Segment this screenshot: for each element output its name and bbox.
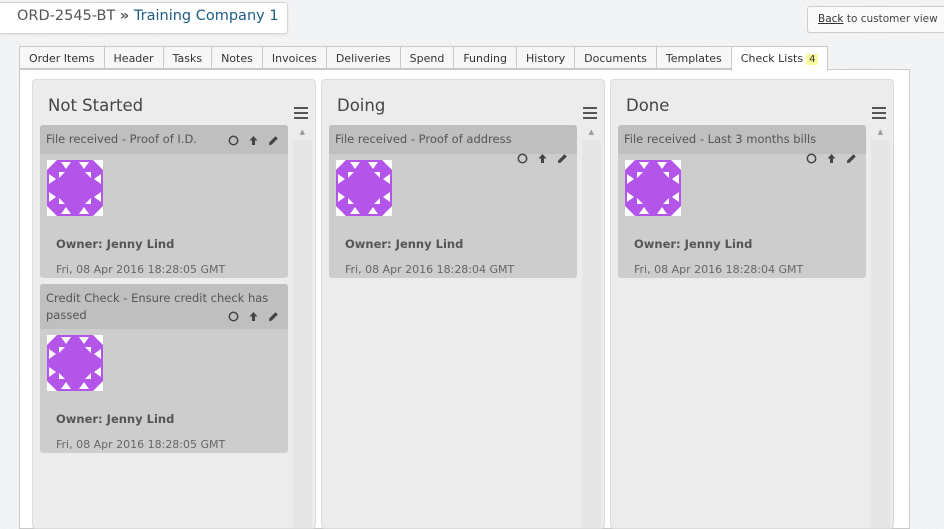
circle-icon[interactable] xyxy=(516,152,528,164)
order-tabs: Order Items Header Tasks Notes Invoices … xyxy=(19,46,829,71)
back-link-suffix: to customer view xyxy=(843,13,938,25)
tab-check-lists[interactable]: Check Lists 4 xyxy=(730,46,829,71)
column-title: Not Started xyxy=(48,96,144,115)
owner-avatar-icon xyxy=(47,160,103,216)
card-actions xyxy=(516,151,568,165)
checklist-card[interactable]: File received - Proof of address Owner: … xyxy=(329,125,577,278)
card-header: File received - Proof of I.D. xyxy=(40,125,288,154)
page-title: ORD-2545-BT » Training Company 1 xyxy=(0,2,288,34)
column-scrollbar[interactable] xyxy=(582,140,601,528)
card-owner: Owner: Jenny Lind xyxy=(345,237,464,251)
arrow-up-icon[interactable] xyxy=(536,152,548,164)
card-owner: Owner: Jenny Lind xyxy=(56,412,175,426)
card-date: Fri, 08 Apr 2016 18:28:05 GMT xyxy=(56,438,226,451)
tab-spend[interactable]: Spend xyxy=(399,46,454,69)
tab-order-items[interactable]: Order Items xyxy=(19,46,104,69)
circle-icon[interactable] xyxy=(805,152,817,164)
scroll-up-arrow-icon[interactable]: ▲ xyxy=(300,128,305,136)
tab-documents[interactable]: Documents xyxy=(574,46,656,69)
back-to-customer-box: Back to customer view xyxy=(807,6,944,33)
card-date: Fri, 08 Apr 2016 18:28:04 GMT xyxy=(345,263,515,276)
column-title: Doing xyxy=(337,96,386,115)
checklist-card[interactable]: Credit Check - Ensure credit check has p… xyxy=(40,284,288,453)
tab-label: Check Lists xyxy=(740,52,804,65)
scroll-up-arrow-icon[interactable]: ▲ xyxy=(878,128,883,136)
company-name[interactable]: Training Company 1 xyxy=(134,8,279,24)
tab-notes[interactable]: Notes xyxy=(211,46,262,69)
tab-label: Spend xyxy=(409,52,445,65)
column-not-started: Not Started ▲ File received - Proof of I… xyxy=(32,79,316,529)
check-lists-count-badge: 4 xyxy=(806,54,819,65)
tab-funding[interactable]: Funding xyxy=(453,46,516,69)
checklist-card[interactable]: File received - Last 3 months bills Owne… xyxy=(618,125,866,278)
column-menu-icon[interactable] xyxy=(294,107,308,119)
circle-icon[interactable] xyxy=(227,134,239,146)
tab-label: Header xyxy=(113,52,154,65)
column-scrollbar[interactable] xyxy=(871,140,890,528)
tab-label: Documents xyxy=(584,52,647,65)
tab-label: Deliveries xyxy=(335,52,391,65)
card-header: File received - Proof of address xyxy=(329,125,577,163)
owner-avatar-icon xyxy=(625,160,681,216)
owner-avatar-icon xyxy=(47,335,103,391)
column-scrollbar[interactable] xyxy=(293,140,312,528)
tab-label: Templates xyxy=(665,52,722,65)
title-separator: » xyxy=(119,8,130,24)
tab-invoices[interactable]: Invoices xyxy=(261,46,326,69)
tab-label: Order Items xyxy=(29,52,95,65)
card-owner: Owner: Jenny Lind xyxy=(56,237,175,251)
arrow-up-icon[interactable] xyxy=(247,134,259,146)
order-code: ORD-2545-BT xyxy=(17,8,116,24)
tab-tasks[interactable]: Tasks xyxy=(162,46,212,69)
tab-history[interactable]: History xyxy=(516,46,575,69)
column-title: Done xyxy=(626,96,670,115)
pencil-icon[interactable] xyxy=(845,152,857,164)
card-actions xyxy=(227,133,279,147)
pencil-icon[interactable] xyxy=(267,134,279,146)
card-title: File received - Proof of address xyxy=(335,132,512,146)
column-menu-icon[interactable] xyxy=(872,107,886,119)
tab-templates[interactable]: Templates xyxy=(655,46,731,69)
card-title: File received - Last 3 months bills xyxy=(624,132,817,146)
owner-avatar-icon xyxy=(336,160,392,216)
card-header: File received - Last 3 months bills xyxy=(618,125,866,163)
pencil-icon[interactable] xyxy=(556,152,568,164)
column-menu-icon[interactable] xyxy=(583,107,597,119)
tab-label: Invoices xyxy=(271,52,317,65)
column-doing: Doing ▲ File received - Proof of address xyxy=(321,79,605,529)
card-date: Fri, 08 Apr 2016 18:28:04 GMT xyxy=(634,263,804,276)
tab-label: Tasks xyxy=(172,52,203,65)
tab-header[interactable]: Header xyxy=(103,46,163,69)
tab-label: History xyxy=(526,52,566,65)
card-title: Credit Check - Ensure credit check has p… xyxy=(46,291,269,322)
card-actions xyxy=(805,151,857,165)
card-owner: Owner: Jenny Lind xyxy=(634,237,753,251)
arrow-up-icon[interactable] xyxy=(825,152,837,164)
tab-label: Funding xyxy=(463,52,507,65)
column-done: Done ▲ File received - Last 3 months bil… xyxy=(610,79,894,529)
tab-deliveries[interactable]: Deliveries xyxy=(325,46,400,69)
card-header: Credit Check - Ensure credit check has p… xyxy=(40,284,288,329)
card-date: Fri, 08 Apr 2016 18:28:05 GMT xyxy=(56,263,226,276)
back-link[interactable]: Back xyxy=(818,13,844,25)
scroll-up-arrow-icon[interactable]: ▲ xyxy=(589,128,594,136)
tab-label: Notes xyxy=(221,52,253,65)
checklist-card[interactable]: File received - Proof of I.D. Owner: Jen… xyxy=(40,125,288,278)
